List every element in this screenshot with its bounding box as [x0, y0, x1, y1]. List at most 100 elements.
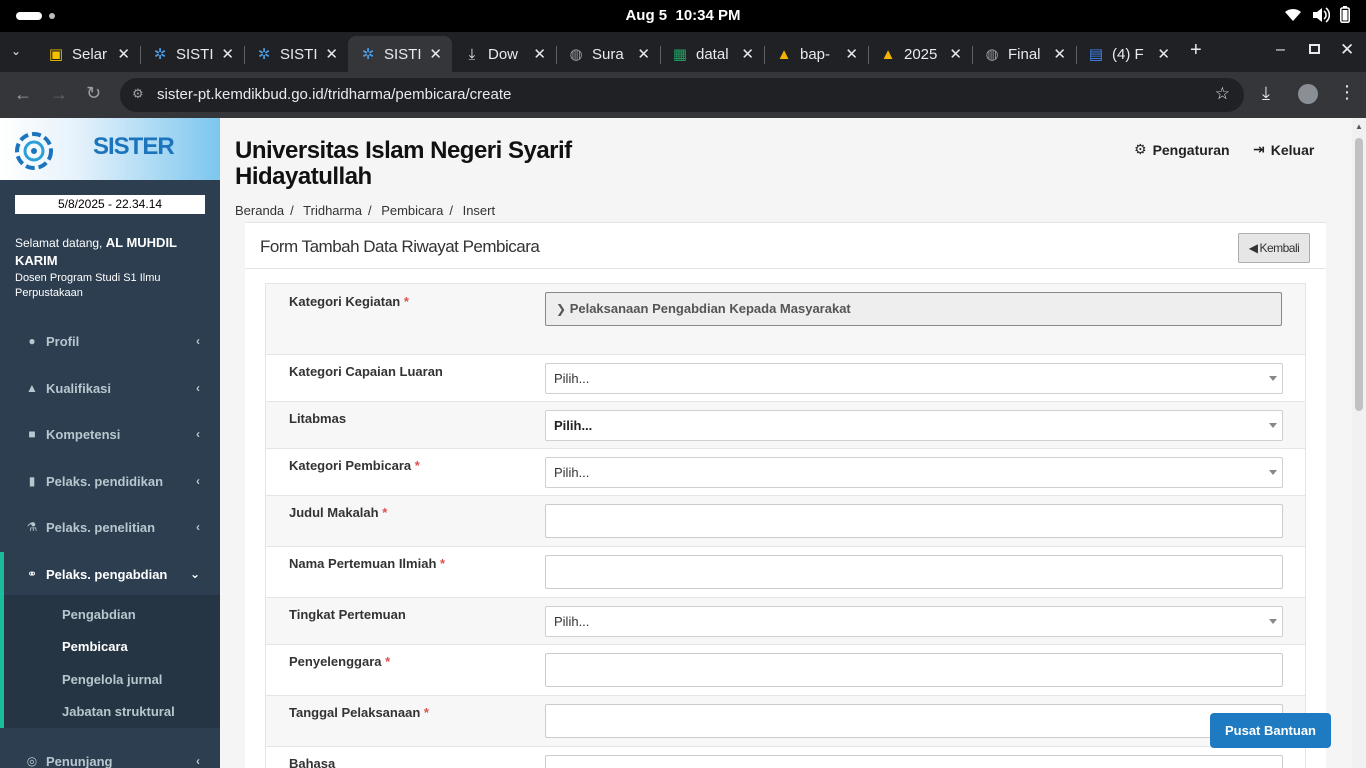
link-icon: ⚭	[26, 567, 38, 581]
dropdown-arrow-icon	[1269, 619, 1277, 624]
sister-favicon: ✲	[153, 46, 167, 63]
menu-pelaks-pendidikan[interactable]: ▮ Pelaks. pendidikan ‹	[0, 459, 220, 503]
dropdown-arrow-icon	[1269, 423, 1277, 428]
penyelenggara-input[interactable]	[545, 653, 1283, 687]
breadcrumb-beranda[interactable]: Beranda	[235, 203, 284, 218]
page-scrollbar[interactable]: ▲	[1352, 118, 1366, 768]
kategori-kegiatan-accordion[interactable]: ❯ Pelaksanaan Pengabdian Kepada Masyarak…	[545, 292, 1282, 326]
reload-icon[interactable]: ↻	[86, 83, 101, 104]
submenu-item-jabatan-struktural[interactable]: Jabatan struktural	[62, 704, 175, 719]
submenu-pengabdian: Pengabdian Pembicara Pengelola jurnal Ja…	[0, 595, 220, 728]
close-tab-icon[interactable]: ✕	[221, 45, 234, 63]
close-tab-icon[interactable]: ✕	[1157, 45, 1170, 63]
row-kategori-capaian: Kategori Capaian Luaran Pilih...	[265, 355, 1306, 402]
tab-separator	[868, 46, 869, 64]
dropdown-arrow-icon	[1269, 470, 1277, 475]
bookmark-star-icon[interactable]: ☆	[1215, 84, 1230, 104]
close-tab-icon[interactable]: ✕	[637, 45, 650, 63]
nama-pertemuan-input[interactable]	[545, 555, 1283, 589]
browser-tab[interactable]: ✲ SISTI ✕	[348, 36, 452, 72]
tab-separator	[764, 46, 765, 64]
battery-icon	[1340, 6, 1350, 23]
tingkat-pertemuan-select[interactable]: Pilih...	[545, 606, 1283, 637]
close-tab-icon[interactable]: ✕	[1053, 45, 1066, 63]
row-bahasa: Bahasa	[265, 747, 1306, 768]
submenu-item-pengabdian[interactable]: Pengabdian	[62, 607, 136, 622]
globe-icon: ◍	[569, 46, 583, 63]
forward-icon[interactable]: →	[50, 84, 68, 105]
menu-kompetensi[interactable]: ■ Kompetensi ‹	[0, 412, 220, 456]
profile-avatar[interactable]	[1298, 84, 1318, 104]
submenu-item-pembicara[interactable]: Pembicara	[62, 639, 128, 654]
back-icon[interactable]: ←	[14, 84, 32, 105]
logout-link[interactable]: ⇥ Keluar	[1253, 141, 1314, 158]
browser-tab[interactable]: ✲ SISTI ✕	[244, 36, 348, 72]
browser-tab[interactable]: ▲ 2025 ✕	[868, 36, 972, 72]
close-tab-icon[interactable]: ✕	[741, 45, 754, 63]
close-tab-icon[interactable]: ✕	[949, 45, 962, 63]
submenu-item-pengelola-jurnal[interactable]: Pengelola jurnal	[62, 672, 162, 687]
close-tab-icon[interactable]: ✕	[845, 45, 858, 63]
site-info-icon[interactable]: ⚙	[132, 86, 144, 102]
row-nama-pertemuan: Nama Pertemuan Ilmiah *	[265, 547, 1306, 598]
select-value: Pilih...	[554, 465, 590, 480]
maximize-icon[interactable]	[1309, 44, 1320, 54]
help-center-button[interactable]: Pusat Bantuan	[1210, 713, 1331, 748]
datetime-display: 5/8/2025 - 22.34.14	[15, 195, 205, 214]
kategori-capaian-select[interactable]: Pilih...	[545, 363, 1283, 394]
row-litabmas: Litabmas Pilih...	[265, 402, 1306, 449]
clock[interactable]: Aug 5 10:34 PM	[0, 7, 1366, 24]
tab-search-icon[interactable]: ⌄	[11, 44, 21, 58]
clock-date: Aug 5	[625, 7, 668, 24]
row-penyelenggara: Penyelenggara *	[265, 645, 1306, 696]
url-text[interactable]: sister-pt.kemdikbud.go.id/tridharma/pemb…	[157, 86, 511, 103]
close-tab-icon[interactable]: ✕	[117, 45, 130, 63]
close-tab-icon[interactable]: ✕	[533, 45, 546, 63]
browser-tab[interactable]: ▦ datal ✕	[660, 36, 764, 72]
gear-icon: ⚙	[1134, 141, 1147, 157]
scrollbar-thumb[interactable]	[1355, 138, 1363, 411]
judul-makalah-input[interactable]	[545, 504, 1283, 538]
card-divider	[245, 268, 1326, 269]
menu-kualifikasi[interactable]: ▲ Kualifikasi ‹	[0, 366, 220, 410]
litabmas-select[interactable]: Pilih...	[545, 410, 1283, 441]
tab-separator	[1076, 46, 1077, 64]
downloads-icon[interactable]: ⤓	[1262, 83, 1270, 104]
tab-separator	[140, 46, 141, 64]
close-tab-icon[interactable]: ✕	[325, 45, 338, 63]
breadcrumb-pembicara[interactable]: Pembicara	[381, 203, 443, 218]
back-button[interactable]: ◀ Kembali	[1238, 233, 1310, 263]
address-bar[interactable]: ⚙ sister-pt.kemdikbud.go.id/tridharma/pe…	[120, 78, 1244, 112]
chevron-left-icon: ‹	[196, 381, 200, 395]
row-tanggal-pelaksanaan: Tanggal Pelaksanaan *	[265, 696, 1306, 747]
tanggal-pelaksanaan-input[interactable]	[545, 704, 1283, 738]
menu-label: Pelaks. pendidikan	[46, 473, 164, 489]
label-bahasa: Bahasa	[289, 756, 336, 768]
menu-profil[interactable]: ● Profil ‹	[0, 319, 220, 363]
menu-penunjang[interactable]: ◎ Penunjang ‹	[0, 739, 220, 768]
sidebar: SISTER 5/8/2025 - 22.34.14 Selamat datan…	[0, 118, 220, 768]
browser-tab[interactable]: ◍ Final ✕	[972, 36, 1076, 72]
browser-tab[interactable]: ▣ Selar ✕	[36, 36, 140, 72]
browser-tab[interactable]: ⤓ Dow ✕	[452, 36, 556, 72]
browser-tab[interactable]: ✲ SISTI ✕	[140, 36, 244, 72]
browser-menu-icon[interactable]: ⋮	[1338, 82, 1356, 103]
menu-pelaks-pengabdian[interactable]: ⚭ Pelaks. pengabdian ⌄	[0, 552, 220, 596]
breadcrumb-tridharma[interactable]: Tridharma	[303, 203, 362, 218]
brand-header[interactable]: SISTER	[0, 118, 220, 180]
browser-tab[interactable]: ▤ (4) F ✕	[1076, 36, 1180, 72]
close-tab-icon[interactable]: ✕	[429, 45, 442, 63]
browser-tab[interactable]: ▲ bap- ✕	[764, 36, 868, 72]
bahasa-input[interactable]	[545, 755, 1283, 768]
scroll-up-icon[interactable]: ▲	[1355, 122, 1363, 131]
menu-pelaks-penelitian[interactable]: ⚗ Pelaks. penelitian ‹	[0, 505, 220, 549]
browser-tab[interactable]: ◍ Sura ✕	[556, 36, 660, 72]
close-window-icon[interactable]: ✕	[1340, 40, 1354, 60]
system-tray[interactable]	[1284, 6, 1350, 23]
new-tab-icon[interactable]: +	[1190, 39, 1202, 62]
minimize-icon[interactable]: –	[1276, 41, 1285, 59]
kategori-pembicara-select[interactable]: Pilih...	[545, 457, 1283, 488]
welcome-panel: Selamat datang, AL MUHDIL KARIM Dosen Pr…	[15, 234, 210, 301]
select-value: Pilih...	[554, 614, 590, 629]
settings-link[interactable]: ⚙ Pengaturan	[1134, 141, 1230, 158]
